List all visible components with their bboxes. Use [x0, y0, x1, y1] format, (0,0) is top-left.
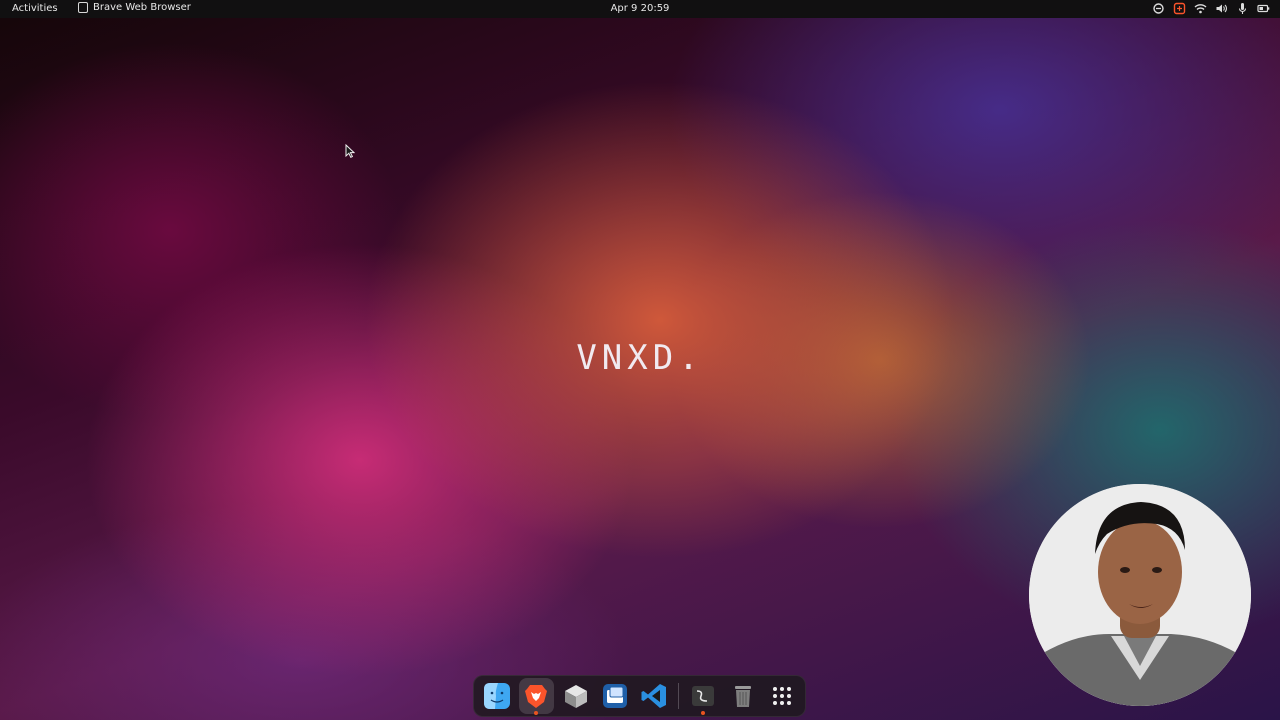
finder-icon [484, 683, 511, 709]
system-tray[interactable] [1152, 2, 1270, 15]
vpn-icon[interactable] [1152, 2, 1165, 15]
app-window-icon [78, 2, 88, 13]
dock [473, 675, 806, 717]
dock-item-finder[interactable] [480, 678, 514, 714]
terminal-app-icon [692, 686, 715, 706]
trash-icon [734, 686, 751, 707]
dock-item-running-app[interactable] [686, 678, 720, 715]
battery-icon[interactable] [1257, 2, 1270, 15]
dock-item-trash[interactable] [725, 678, 759, 714]
brave-notify-icon[interactable] [1173, 2, 1186, 15]
focused-app-name: Brave Web Browser [93, 2, 191, 13]
app-grid-icon [772, 687, 791, 705]
box-3d-icon [564, 685, 587, 708]
dock-item-show-apps[interactable] [765, 678, 799, 714]
dock-separator [678, 683, 680, 709]
dock-item-virtualbox[interactable] [598, 678, 632, 714]
volume-icon[interactable] [1215, 2, 1228, 15]
dock-item-3d-box[interactable] [559, 678, 593, 714]
wifi-icon[interactable] [1194, 2, 1207, 15]
brave-icon [525, 685, 548, 708]
dock-item-brave[interactable] [519, 678, 554, 715]
top-bar: Activities Brave Web Browser Apr 9 20:59 [0, 0, 1280, 18]
dock-item-vscode[interactable] [637, 678, 671, 714]
mouse-cursor-icon [345, 143, 356, 162]
wallpaper-brand-text: VNXD. [576, 338, 704, 378]
virtualbox-icon [602, 684, 627, 708]
app-menu[interactable]: Brave Web Browser [78, 2, 191, 13]
activities-button[interactable]: Activities [12, 3, 58, 14]
vscode-icon [641, 684, 667, 708]
webcam-overlay [1029, 484, 1251, 706]
running-indicator [701, 711, 706, 715]
microphone-icon[interactable] [1236, 2, 1249, 15]
running-indicator [534, 711, 539, 715]
presenter-video-icon [1029, 484, 1251, 706]
clock[interactable]: Apr 9 20:59 [611, 3, 670, 14]
